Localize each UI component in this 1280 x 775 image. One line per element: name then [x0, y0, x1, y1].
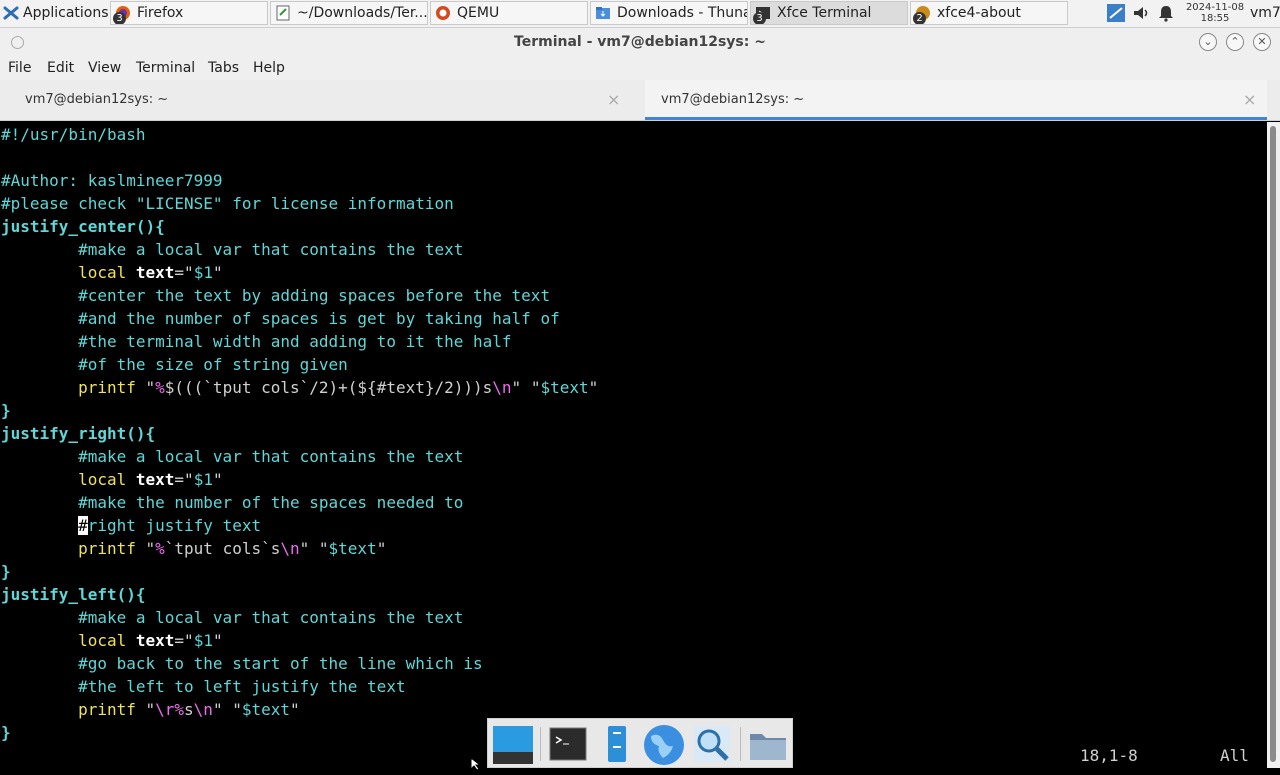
top-panel: Applications ☰ 3 Firefox ~/Downloads/Ter… [0, 0, 1280, 28]
code-line: #make a local var that contains the text [1, 240, 464, 259]
notifications-icon[interactable] [1158, 4, 1174, 22]
code-line: #please check "LICENSE" for license info… [1, 194, 454, 213]
file-manager-icon[interactable] [596, 724, 636, 764]
menu-file[interactable]: File [8, 60, 31, 76]
firefox-icon: 3 [113, 5, 131, 24]
show-desktop-icon[interactable] [492, 724, 533, 764]
task-count-badge: 3 [753, 12, 766, 24]
code-line: printf "%`tput cols`s\n" "$text" [78, 539, 387, 558]
code-line: } [1, 562, 11, 581]
menu-edit[interactable]: Edit [47, 60, 74, 76]
code-line: #right justify text [78, 516, 262, 535]
qemu-icon [435, 5, 451, 21]
applications-menu-button[interactable]: Applications ☰ [0, 0, 108, 26]
task-label: xfce4-about [937, 5, 1021, 21]
clock-date: 2024-11-08 [1185, 2, 1245, 13]
applications-label: Applications [23, 5, 108, 21]
code-line: #the left to left justify the text [1, 677, 406, 696]
window-title: Terminal - vm7@debian12sys: ~ [514, 34, 766, 50]
xfce-logo-icon [3, 5, 19, 21]
code-line: local text="$1" [78, 263, 223, 282]
code-line: printf "%$(((`tput cols`/2)+(${#text}/2)… [78, 378, 599, 397]
menu-terminal[interactable]: Terminal [136, 60, 195, 76]
task-label: Firefox [137, 5, 184, 21]
task-label: Xfce Terminal [777, 5, 872, 21]
tab-terminal-2[interactable]: vm7@debian12sys: ~ × [645, 80, 1267, 120]
code-line: printf "\r%s\n" "$text" [78, 700, 300, 719]
scrollbar-thumb[interactable] [1270, 126, 1276, 762]
code-line: local text="$1" [78, 631, 223, 650]
terminal-icon[interactable] [548, 724, 588, 764]
task-count-badge: 3 [113, 12, 126, 24]
code-line: #of the size of string given [1, 355, 348, 374]
app-finder-icon[interactable] [692, 724, 732, 764]
code-line: justify_right(){ [1, 424, 156, 443]
code-line: #!/usr/bin/bash [1, 125, 146, 144]
minimize-button[interactable]: ⌄ [1199, 33, 1217, 51]
task-thunar[interactable]: Downloads - Thunar [590, 1, 748, 25]
code-line: #make a local var that contains the text [1, 447, 464, 466]
tab-close-icon[interactable]: × [607, 90, 620, 109]
text-editor-icon [275, 5, 291, 21]
task-qemu[interactable]: QEMU [430, 1, 588, 25]
tab-terminal-1[interactable]: vm7@debian12sys: ~ × [0, 80, 644, 120]
code-line: #Author: kaslmineer7999 [1, 171, 223, 190]
code-line: #make the number of the spaces needed to [1, 493, 464, 512]
dock [487, 718, 793, 768]
mouse-pointer-icon [470, 756, 482, 775]
task-label: QEMU [457, 5, 500, 21]
code-line: #center the text by adding spaces before… [1, 286, 551, 305]
vim-cursor-position: 18,1-8 [1080, 746, 1138, 765]
close-button[interactable]: ✕ [1253, 33, 1271, 51]
code-line: local text="$1" [78, 470, 223, 489]
terminal-icon: 3 [753, 5, 771, 24]
task-label: ~/Downloads/Ter... [297, 5, 428, 21]
menu-bar: File Edit View Terminal Tabs Help [0, 56, 1280, 80]
web-browser-icon[interactable] [643, 724, 684, 765]
tab-label: vm7@debian12sys: ~ [661, 92, 805, 107]
menu-help[interactable]: Help [253, 60, 285, 76]
terminal-content[interactable]: #!/usr/bin/bash #Author: kaslmineer7999 #p… [0, 122, 1267, 768]
terminal-scrollbar[interactable] [1267, 122, 1280, 768]
code-line: justify_left(){ [1, 585, 146, 604]
about-icon: 2 [913, 5, 931, 24]
user-menu[interactable]: vm7 [1250, 5, 1280, 21]
menu-view[interactable]: View [88, 60, 121, 76]
tab-bar: vm7@debian12sys: ~ × vm7@debian12sys: ~ … [0, 80, 1280, 121]
code-line: #go back to the start of the line which … [1, 654, 483, 673]
volume-icon[interactable] [1132, 4, 1150, 22]
code-line: } [1, 401, 11, 420]
folder-icon[interactable] [748, 724, 788, 764]
task-text-editor[interactable]: ~/Downloads/Ter... [270, 1, 428, 25]
tab-close-icon[interactable]: × [1243, 90, 1256, 109]
network-icon[interactable] [1106, 3, 1126, 23]
vim-scroll-indicator: All [1220, 746, 1249, 765]
clock-time: 18:55 [1200, 13, 1230, 24]
task-label: Downloads - Thunar [617, 5, 748, 21]
maximize-button[interactable]: ⌃ [1226, 33, 1244, 51]
system-tray: 2024-11-08 18:55 vm7 [1106, 0, 1280, 26]
window-titlebar[interactable]: Terminal - vm7@debian12sys: ~ ⌄ ⌃ ✕ [0, 28, 1280, 56]
task-count-badge: 2 [913, 12, 926, 24]
code-line: #the terminal width and adding to it the… [1, 332, 512, 351]
code-line: } [1, 723, 11, 742]
task-xfce4-about[interactable]: 2 xfce4-about [910, 1, 1068, 25]
menu-tabs[interactable]: Tabs [208, 60, 239, 76]
clock[interactable]: 2024-11-08 18:55 [1180, 2, 1250, 24]
task-xfce-terminal[interactable]: 3 Xfce Terminal [750, 1, 908, 25]
thunar-icon [595, 5, 611, 21]
tab-label: vm7@debian12sys: ~ [25, 92, 169, 107]
code-line: #make a local var that contains the text [1, 608, 464, 627]
code-line: #and the number of spaces is get by taki… [1, 309, 560, 328]
task-firefox[interactable]: 3 Firefox [110, 1, 268, 25]
code-line: justify_center(){ [1, 217, 165, 236]
